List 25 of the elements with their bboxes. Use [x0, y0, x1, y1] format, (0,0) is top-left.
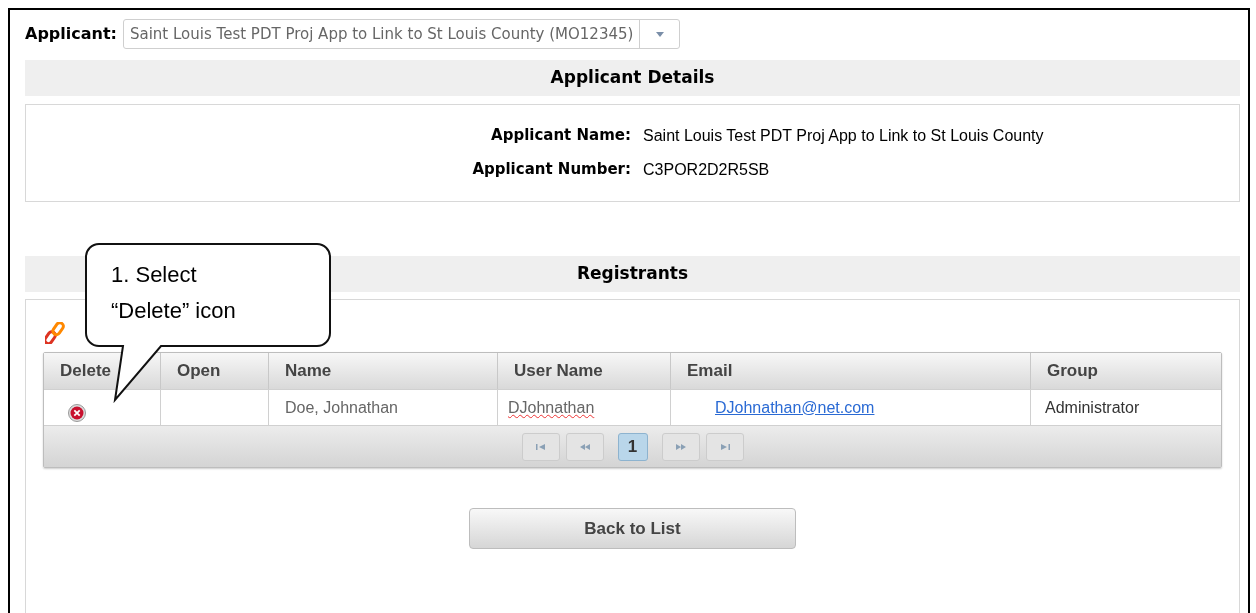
field-value: Saint Louis Test PDT Proj App to Link to St Louis County [643, 126, 1045, 146]
next-page-button[interactable] [661, 432, 700, 461]
column-header[interactable]: Group [1031, 353, 1221, 389]
table-cell-text: DJohnathan [508, 397, 595, 418]
email-link[interactable]: DJohnathan@net.com [715, 395, 875, 420]
back-to-list-button[interactable]: Back to List [469, 508, 796, 549]
table-cell-text: Doe, Johnathan [285, 397, 398, 418]
caret-icon [655, 31, 664, 37]
link-icon[interactable] [45, 322, 65, 344]
fast-forward-icon [673, 442, 688, 451]
table-cell-text: Administrator [1045, 398, 1140, 418]
field-label: Applicant Name: [490, 125, 632, 146]
applicant-dropdown[interactable]: Saint Louis Test PDT Proj App to Link to St Louis County (MO12345) [123, 19, 681, 49]
previous-page-button[interactable] [565, 432, 604, 461]
callout-text: 1. Select “Delete” icon [111, 261, 237, 325]
last-page-button[interactable] [705, 432, 744, 461]
field-label: Applicant Number: [471, 159, 632, 180]
page-button[interactable]: 1 [617, 432, 648, 461]
delete-icon[interactable] [68, 404, 86, 422]
section-title: Registrants [576, 262, 689, 286]
skip-to-start-icon [533, 442, 548, 451]
field-label: Applicant: [25, 23, 117, 45]
field-value: C3POR2D2R5SB [643, 160, 771, 180]
section-title: Applicant Details [550, 66, 715, 90]
first-page-button[interactable] [521, 432, 560, 461]
